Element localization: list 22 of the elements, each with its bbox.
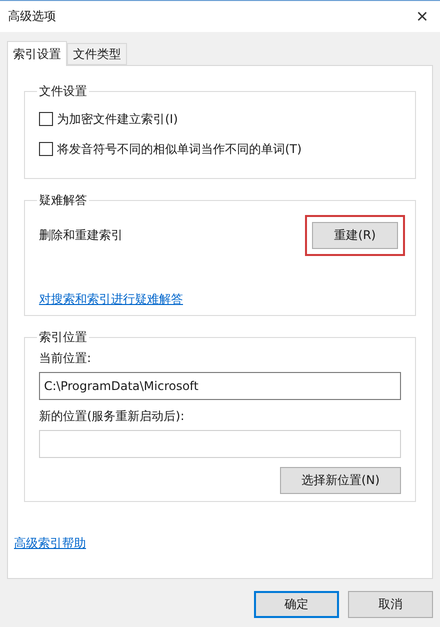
group-title: 文件设置 xyxy=(38,83,88,100)
field-label: 新的位置(服务重新启动后): xyxy=(39,408,186,425)
ok-button[interactable]: 确定 xyxy=(254,591,339,618)
tab[interactable]: 索引设置 xyxy=(7,41,67,66)
checkbox[interactable] xyxy=(39,142,53,156)
description-text: 删除和重建索引 xyxy=(39,227,123,244)
group-title: 索引位置 xyxy=(38,329,88,346)
new-location-field[interactable] xyxy=(39,430,401,458)
cancel-button[interactable]: 取消 xyxy=(348,591,433,618)
close-button[interactable]: × xyxy=(412,6,432,26)
window-title: 高级选项 xyxy=(8,8,56,25)
checkbox-label: 将发音符号不同的相似单词当作不同的单词(T) xyxy=(57,140,302,158)
choose-location-button[interactable]: 选择新位置(N) xyxy=(280,467,401,494)
checkbox[interactable] xyxy=(39,112,53,126)
field-label: 当前位置: xyxy=(39,350,92,367)
troubleshoot-link[interactable]: 对搜索和索引进行疑难解答 xyxy=(39,292,183,306)
tab[interactable]: 文件类型 xyxy=(67,43,127,65)
rebuild-button[interactable]: 重建(R) xyxy=(312,222,398,249)
help-link[interactable]: 高级索引帮助 xyxy=(14,536,86,550)
group-title: 疑难解答 xyxy=(38,192,88,209)
checkbox-label: 为加密文件建立索引(I) xyxy=(57,110,178,128)
current-location-field[interactable]: C:\ProgramData\Microsoft xyxy=(39,372,401,400)
